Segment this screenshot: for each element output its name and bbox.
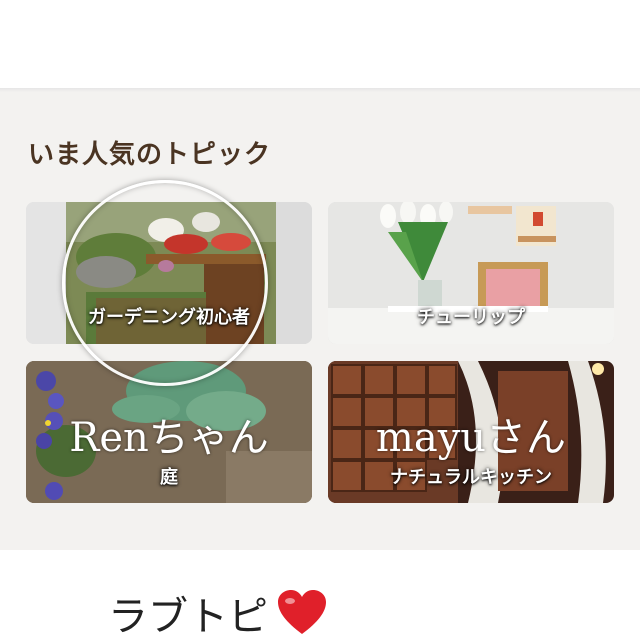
topic-label: チューリップ	[417, 307, 525, 328]
heart-icon	[278, 590, 326, 634]
user-handwriting: mayuさん	[375, 415, 567, 461]
top-blank-area	[0, 0, 640, 90]
topic-card-gardening-beginner[interactable]: ガーデニング初心者	[26, 202, 312, 344]
topic-card-tulip[interactable]: チューリップ	[328, 202, 614, 344]
topic-card-garden[interactable]: Renちゃん 庭	[26, 361, 312, 503]
topic-label: ガーデニング初心者	[88, 307, 250, 328]
section-title: いま人気のトピック	[28, 140, 272, 170]
topic-card-natural-kitchen[interactable]: mayuさん ナチュラルキッチン	[328, 361, 614, 503]
user-handwriting: Renちゃん	[69, 415, 269, 461]
footer-caption: ラブトピ	[108, 594, 268, 640]
topic-label: 庭	[160, 467, 178, 488]
topic-label: ナチュラルキッチン	[390, 467, 552, 488]
